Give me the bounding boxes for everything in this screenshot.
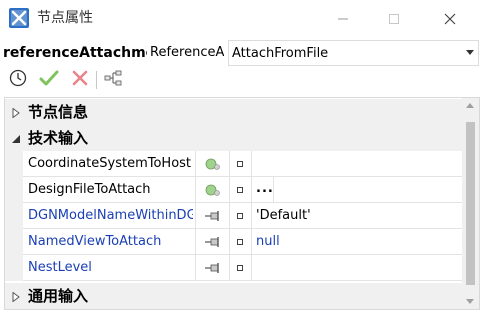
property-name: DGNModelNameWithinDGN (28, 208, 193, 223)
close-button[interactable] (427, 0, 473, 37)
property-row[interactable]: CoordinateSystemToHost (5, 151, 462, 177)
pin-icon (204, 210, 222, 222)
property-row[interactable]: DGNModelNameWithinDGN 'Default' (5, 203, 462, 229)
property-checkbox[interactable] (237, 239, 243, 245)
row-gutter (5, 151, 23, 177)
node-row: referenceAttachme ReferenceA AttachFromF… (0, 39, 484, 67)
category-node-info[interactable]: 节点信息 (5, 99, 462, 125)
category-general-input[interactable]: 通用输入 (5, 283, 462, 309)
property-row[interactable]: NamedViewToAttach null (5, 229, 462, 255)
window-title: 节点属性 (37, 10, 93, 26)
globe-icon (204, 158, 222, 170)
property-checkbox[interactable] (237, 161, 243, 167)
pin-icon (204, 262, 222, 274)
row-gutter (5, 177, 23, 203)
cross-icon (71, 69, 89, 91)
property-checkbox[interactable] (237, 187, 243, 193)
confirm-button[interactable] (37, 68, 61, 92)
minimize-button[interactable] (320, 0, 366, 37)
vertical-scrollbar[interactable] (462, 98, 479, 309)
row-gutter (5, 255, 23, 281)
collapse-arrow-icon[interactable] (11, 133, 21, 143)
property-grid: 节点信息 技术输入 CoordinateSystemToHost DesignF… (4, 97, 480, 310)
property-value[interactable]: 'Default' (256, 203, 311, 229)
property-name: DesignFileToAttach (28, 182, 151, 197)
property-name: CoordinateSystemToHost (28, 156, 192, 171)
property-name: NamedViewToAttach (28, 234, 162, 249)
row-gutter (5, 203, 23, 229)
property-row[interactable]: NestLevel (5, 255, 462, 281)
hierarchy-icon (104, 69, 122, 91)
globe-icon (204, 184, 222, 196)
toolbar-separator (96, 71, 97, 89)
expand-arrow-icon[interactable] (11, 291, 21, 303)
app-icon (9, 8, 29, 28)
property-row[interactable]: DesignFileToAttach ... (5, 177, 462, 203)
node-type: ReferenceA (150, 45, 224, 60)
chevron-down-icon (466, 50, 474, 55)
clock-button[interactable] (6, 68, 30, 92)
clock-icon (9, 69, 27, 91)
category-tech-input[interactable]: 技术输入 (5, 125, 462, 151)
node-type-select[interactable]: AttachFromFile (228, 40, 479, 66)
node-type-select-value: AttachFromFile (232, 46, 329, 61)
browse-button[interactable]: ... (256, 177, 274, 203)
scroll-up-icon[interactable] (466, 103, 474, 108)
maximize-button[interactable] (371, 0, 417, 37)
category-label: 技术输入 (28, 129, 89, 147)
expand-arrow-icon[interactable] (11, 107, 21, 119)
property-checkbox[interactable] (237, 265, 243, 271)
check-icon (39, 68, 59, 92)
toolbar (0, 67, 484, 93)
property-value[interactable]: null (256, 229, 280, 255)
category-label: 通用输入 (28, 287, 89, 305)
scrollbar-thumb[interactable] (466, 122, 475, 285)
title-bar: 节点属性 (0, 0, 484, 37)
pin-icon (204, 236, 222, 248)
property-checkbox[interactable] (237, 213, 243, 219)
hierarchy-button[interactable] (101, 68, 125, 92)
scroll-down-icon[interactable] (466, 299, 474, 304)
category-label: 节点信息 (28, 103, 89, 121)
cancel-button[interactable] (68, 68, 92, 92)
row-gutter (5, 229, 23, 255)
node-name: referenceAttachme (3, 45, 147, 61)
property-name: NestLevel (28, 260, 92, 275)
